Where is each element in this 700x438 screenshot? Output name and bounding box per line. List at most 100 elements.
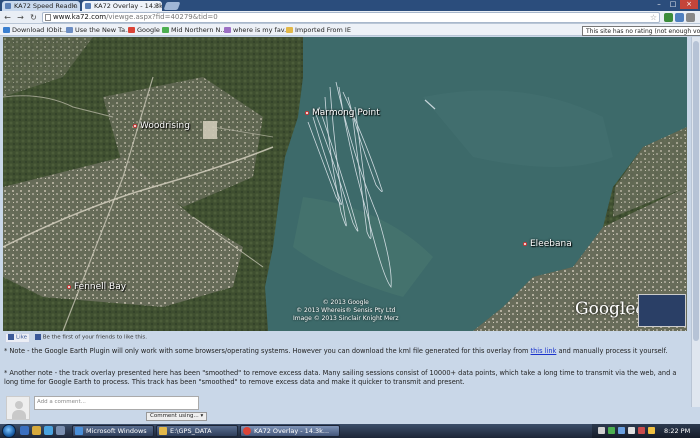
comment-input[interactable]: Add a comment...	[34, 396, 199, 410]
bookmark-label: Mid Northern N...	[171, 26, 227, 34]
page-icon	[45, 14, 51, 21]
place-marker-icon	[305, 110, 309, 115]
extension-icon[interactable]	[664, 13, 673, 22]
scrollbar-thumb[interactable]	[693, 41, 699, 341]
logo-brand: Google	[575, 299, 636, 319]
close-icon[interactable]: ×	[153, 1, 159, 11]
bookmark-item[interactable]: where is my fav...	[224, 24, 290, 36]
avatar	[6, 396, 30, 420]
browser-toolbar: ← → ↻ www.ka72.com/viewge.aspx?fid=40279…	[0, 11, 700, 24]
extension-icon[interactable]	[675, 13, 684, 22]
facebook-icon	[8, 334, 14, 340]
back-button[interactable]: ←	[2, 12, 13, 23]
bookmark-label: where is my fav...	[233, 26, 291, 34]
bookmark-icon	[3, 27, 10, 33]
task-label: Microsoft Windows	[86, 427, 147, 435]
reload-button[interactable]: ↻	[28, 12, 39, 23]
place-name: Woodrising	[140, 121, 190, 131]
address-path: /viewge.aspx?fid=40279&tid=0	[106, 13, 218, 21]
wrench-icon[interactable]	[686, 13, 695, 22]
minimize-button[interactable]: –	[652, 0, 666, 9]
comment-button-label: Comment using...	[150, 413, 199, 419]
tray-icon[interactable]	[598, 427, 605, 434]
map-copyright: © 2013 Google © 2013 Whereis® Sensis Pty…	[293, 299, 399, 323]
folder-icon	[159, 427, 167, 435]
quick-launch-icon[interactable]	[32, 426, 41, 435]
tab-overlay[interactable]: KA72 Overlay - 14.3k ×	[82, 1, 162, 11]
facebook-like-bar: Like Be the first of your friends to lik…	[5, 333, 147, 343]
close-icon[interactable]: ×	[71, 1, 77, 11]
quick-launch-icon[interactable]	[20, 426, 29, 435]
like-text: Be the first of your friends to like thi…	[42, 334, 147, 341]
bookmark-icon	[224, 27, 231, 33]
chevron-down-icon: ▾	[200, 413, 204, 419]
rating-tooltip: This site has no rating (not enough vote…	[582, 26, 700, 36]
new-tab-button[interactable]	[163, 2, 181, 10]
system-tray: 8:22 PM	[592, 424, 700, 438]
map-label-fennell-bay[interactable]: Fennell Bay	[67, 282, 126, 292]
taskbar-item-chrome[interactable]: KA72 Overlay - 14.3k...	[240, 425, 340, 437]
volume-icon[interactable]	[628, 427, 635, 434]
bookmark-item[interactable]: Use the New Ta...	[66, 24, 131, 36]
map-label-marmong-point[interactable]: Marmong Point	[305, 108, 380, 118]
start-button[interactable]	[2, 424, 16, 438]
taskbar-item-folder[interactable]: E:\GPS_DATA	[156, 425, 238, 437]
place-name: Eleebana	[530, 239, 572, 249]
comment-widget: Add a comment... Comment using... ▾	[4, 394, 208, 422]
quick-launch-icon[interactable]	[44, 426, 53, 435]
address-bar[interactable]: www.ka72.com/viewge.aspx?fid=40279&tid=0…	[42, 12, 660, 23]
tab-title: KA72 Speed Readin	[14, 2, 78, 10]
bookmark-item[interactable]: Download IObit...	[3, 24, 68, 36]
bookmark-icon	[162, 27, 169, 33]
tab-title: KA72 Overlay - 14.3k	[94, 2, 162, 10]
tray-icon[interactable]	[608, 427, 615, 434]
note-plugin: * Note - the Google Earth Plugin will on…	[4, 347, 688, 356]
note-text: * Note - the Google Earth Plugin will on…	[4, 347, 531, 355]
tray-icon[interactable]	[638, 427, 645, 434]
tab-speed-reading[interactable]: KA72 Speed Readin ×	[2, 1, 80, 11]
like-label: Like	[16, 334, 27, 341]
map-label-eleebana[interactable]: Eleebana	[523, 239, 572, 249]
address-domain: www.ka72.com	[53, 13, 107, 21]
forward-button[interactable]: →	[15, 12, 26, 23]
screen: KA72 Speed Readin × KA72 Overlay - 14.3k…	[0, 0, 700, 438]
task-label: E:\GPS_DATA	[170, 427, 212, 435]
like-button[interactable]: Like	[5, 333, 30, 343]
quick-launch-icon[interactable]	[56, 426, 65, 435]
copyright-line: © 2013 Whereis® Sensis Pty Ltd	[296, 307, 396, 314]
bookmark-label: Use the New Ta...	[75, 26, 132, 34]
bookmark-icon	[66, 27, 73, 33]
google-earth-map[interactable]: Woodrising Marmong Point Eleebana Fennel…	[3, 37, 687, 331]
place-name: Fennell Bay	[74, 282, 127, 292]
bookmark-label: Imported From IE	[295, 26, 351, 34]
bookmark-folder[interactable]: Imported From IE	[286, 24, 351, 36]
note-smoothing: * Another note - the track overlay prese…	[4, 369, 677, 386]
bookmark-label: Download IObit...	[12, 26, 69, 34]
place-marker-icon	[67, 284, 71, 289]
page-scrollbar[interactable]	[691, 37, 700, 407]
star-icon[interactable]: ☆	[650, 13, 657, 22]
comment-using-button[interactable]: Comment using... ▾	[146, 412, 208, 421]
overview-minimap[interactable]	[638, 294, 686, 327]
kml-download-link[interactable]: this link	[531, 347, 557, 355]
copyright-line: © 2013 Google	[322, 299, 369, 306]
bookmark-label: Google	[137, 26, 160, 34]
taskbar-item-windows[interactable]: Microsoft Windows	[72, 425, 154, 437]
chrome-icon	[243, 427, 251, 435]
task-label: KA72 Overlay - 14.3k...	[254, 427, 330, 435]
map-label-woodrising[interactable]: Woodrising	[133, 121, 190, 131]
window-close-button[interactable]: ×	[680, 0, 698, 9]
bookmark-item[interactable]: Mid Northern N...	[162, 24, 227, 36]
place-marker-icon	[523, 241, 527, 246]
network-icon[interactable]	[618, 427, 625, 434]
copyright-line: Image © 2013 Sinclair Knight Merz	[293, 315, 399, 322]
tray-icon[interactable]	[648, 427, 655, 434]
facebook-icon	[34, 334, 41, 340]
bookmark-item[interactable]: Google	[128, 24, 160, 36]
maximize-button[interactable]: □	[666, 0, 680, 9]
taskbar-clock[interactable]: 8:22 PM	[664, 424, 690, 438]
windows-icon	[75, 427, 83, 435]
page-favicon-icon	[85, 3, 91, 9]
place-marker-icon	[133, 123, 137, 128]
note-text: and manually process it yourself.	[556, 347, 668, 355]
